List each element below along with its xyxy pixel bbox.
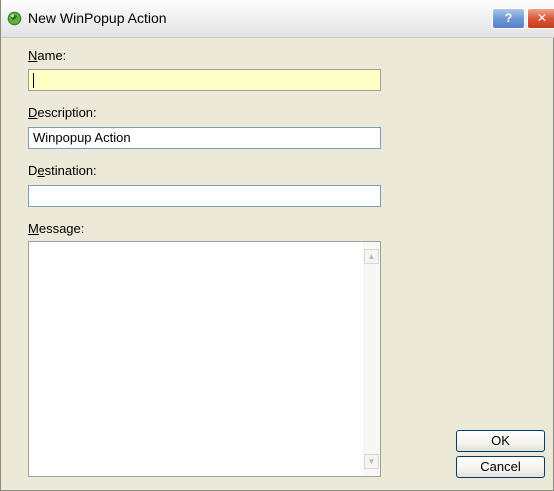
help-button[interactable]: ? [492, 8, 525, 29]
green-globe-icon [7, 11, 22, 26]
message-textarea[interactable]: ▲ ▼ [28, 241, 381, 477]
name-label-rest: ame: [37, 48, 67, 63]
destination-label-rest: stination: [44, 163, 97, 178]
destination-input[interactable] [28, 185, 381, 207]
description-label-mnemonic: D [28, 105, 38, 120]
cancel-button[interactable]: Cancel [456, 456, 545, 478]
dialog-window: New WinPopup Action ? ✕ Name: Descriptio… [0, 0, 554, 491]
scroll-up-button[interactable]: ▲ [364, 249, 379, 264]
ok-button[interactable]: OK [456, 430, 545, 452]
close-icon: ✕ [536, 11, 548, 25]
message-scrollbar[interactable]: ▲ ▼ [363, 242, 380, 476]
message-label: Message: [28, 221, 84, 236]
scroll-down-button[interactable]: ▼ [364, 454, 379, 469]
description-input[interactable]: Winpopup Action [28, 127, 381, 149]
name-label-mnemonic: N [28, 48, 38, 63]
message-label-rest: essage: [38, 221, 85, 236]
destination-label: Destination: [28, 163, 97, 178]
help-icon: ? [504, 11, 513, 25]
chevron-down-icon: ▼ [367, 457, 376, 466]
chevron-up-icon: ▲ [367, 252, 376, 261]
destination-label-mnemonic: e [37, 163, 45, 178]
message-label-mnemonic: M [28, 221, 39, 236]
close-button[interactable]: ✕ [527, 8, 554, 29]
text-caret [33, 73, 34, 89]
name-input[interactable] [28, 69, 381, 91]
description-input-value: Winpopup Action [33, 130, 131, 145]
description-label-rest: escription: [37, 105, 97, 120]
title-bar[interactable]: New WinPopup Action ? ✕ [1, 0, 554, 38]
name-label: Name: [28, 48, 66, 63]
description-label: Description: [28, 105, 97, 120]
window-title: New WinPopup Action [28, 10, 167, 26]
destination-label-prefix: D [28, 163, 38, 178]
